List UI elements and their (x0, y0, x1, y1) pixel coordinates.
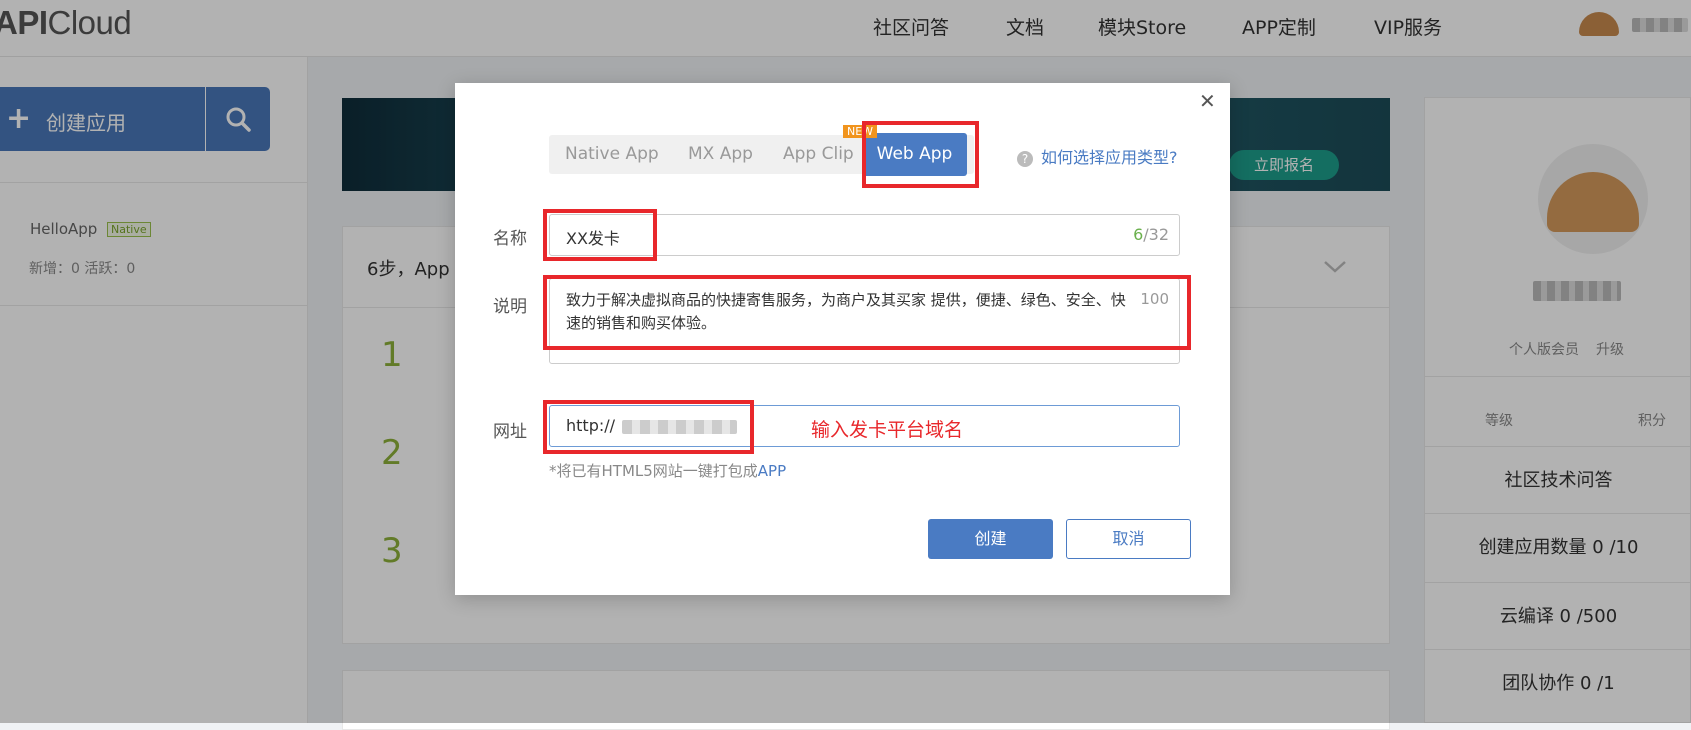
hint-text: *将已有HTML5网站一键打包成APP (549, 462, 787, 480)
tab-native-app[interactable]: Native App (565, 144, 659, 164)
highlight-box-description (543, 275, 1191, 350)
help-link[interactable]: ? 如何选择应用类型? (1017, 144, 1178, 168)
question-icon: ? (1017, 151, 1033, 167)
url-annotation: 输入发卡平台域名 (811, 419, 964, 441)
name-label: 名称 (493, 229, 527, 249)
url-label: 网址 (493, 422, 527, 442)
highlight-box-url (543, 400, 754, 454)
tab-mx-app[interactable]: MX App (688, 144, 753, 164)
close-icon[interactable]: ✕ (1199, 89, 1216, 113)
highlight-box-tab (862, 121, 979, 188)
create-button[interactable]: 创建 (928, 519, 1053, 559)
name-counter: 6/32 (1133, 225, 1169, 244)
description-label: 说明 (493, 297, 527, 317)
help-text: 如何选择应用类型? (1041, 148, 1178, 167)
create-app-dialog: ✕ Native App MX App App Clip Web App NEW… (455, 83, 1230, 595)
highlight-box-name (543, 209, 657, 261)
tab-app-clip[interactable]: App Clip (783, 144, 854, 164)
cancel-button[interactable]: 取消 (1066, 519, 1191, 559)
